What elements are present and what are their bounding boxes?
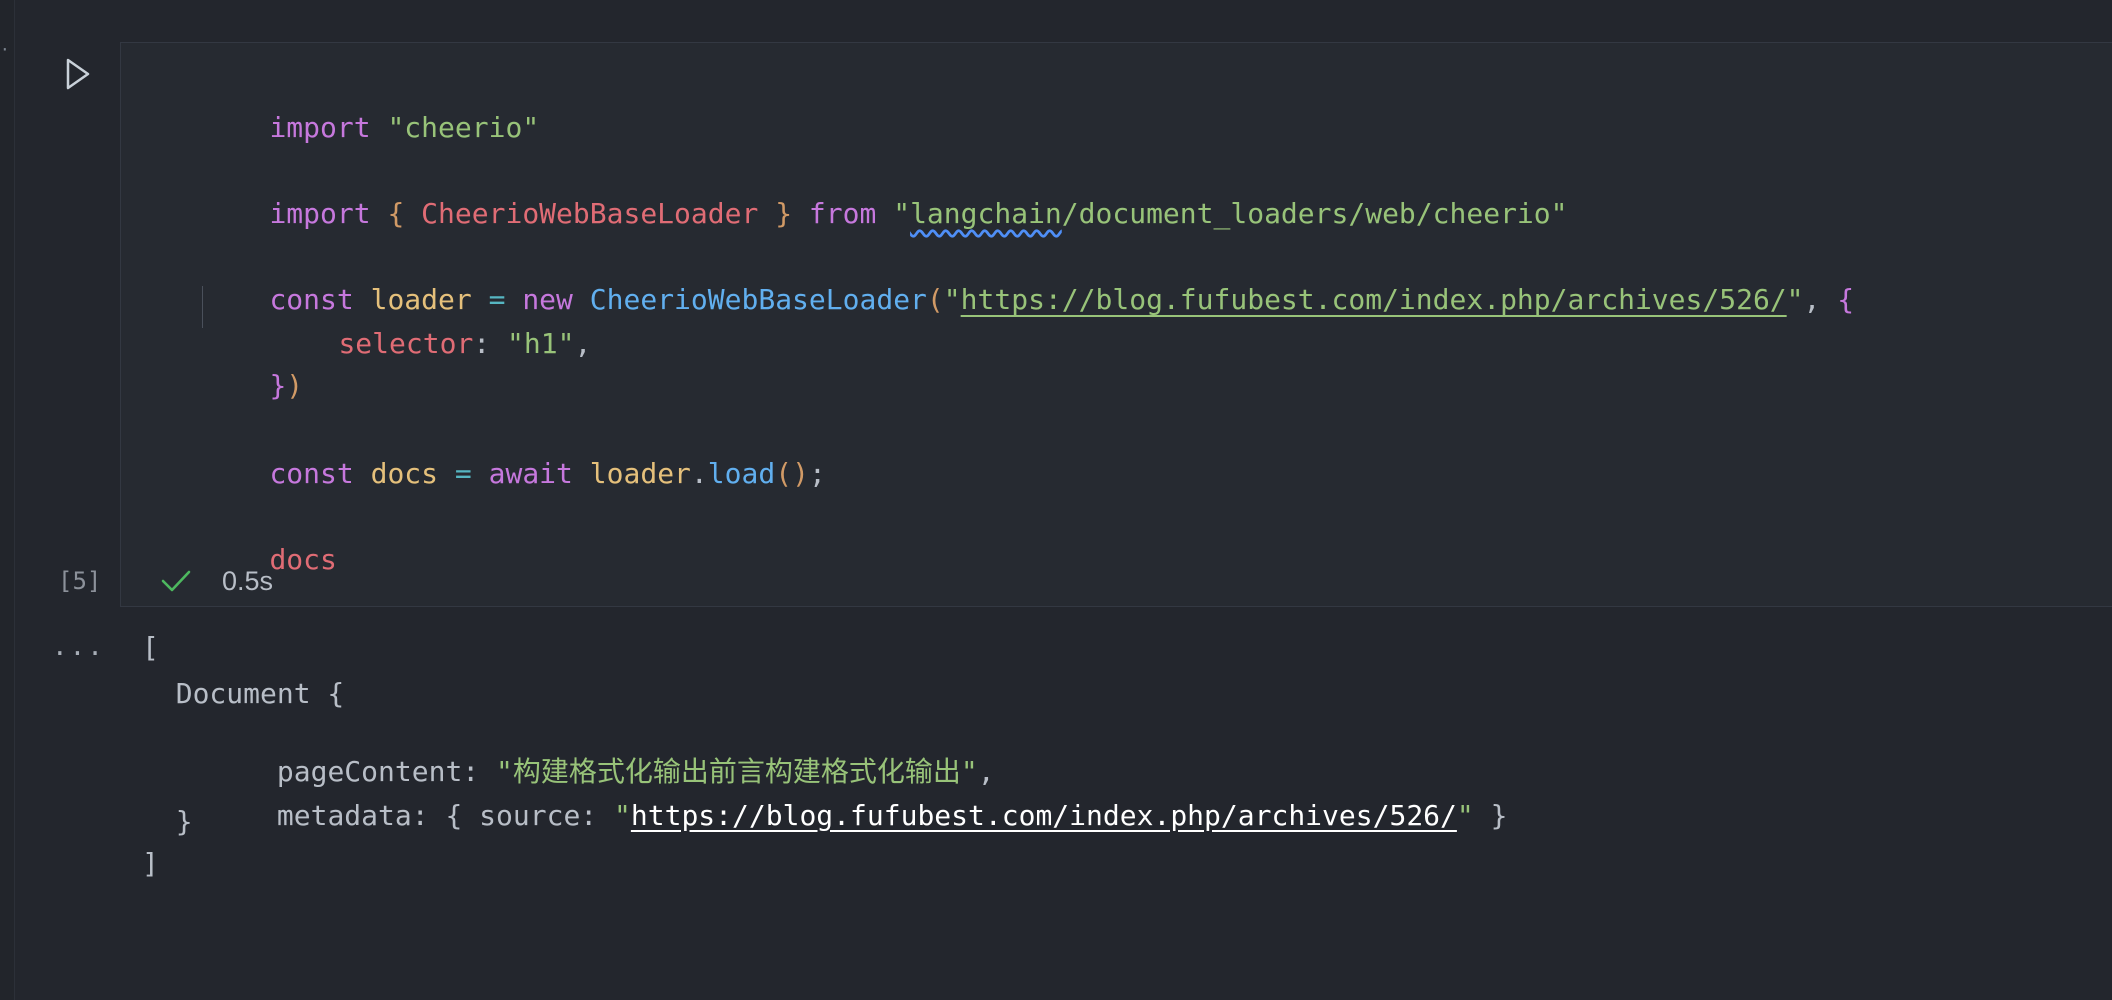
constructor-class: CheerioWebBaseLoader [589, 283, 927, 316]
check-icon [161, 570, 191, 592]
keyword-import: import [269, 111, 371, 144]
variable-docs-output: docs [269, 543, 337, 576]
path-diagnostic[interactable]: langchain [910, 197, 1062, 230]
url-quote-open: " [614, 799, 631, 832]
keyword-await: await [488, 457, 573, 490]
execution-time: 0.5s [222, 566, 274, 596]
keyword-from: from [808, 197, 877, 230]
object-brace-open: { [1837, 283, 1855, 316]
paren-close: ) [286, 369, 304, 402]
output-line-6: ] [142, 847, 159, 880]
notebook-page: · import "cheerio" import { CheerioWebBa… [0, 0, 2112, 1000]
output-url-link[interactable]: https://blog.fufubest.com/index.php/arch… [631, 799, 1457, 832]
url-quote-close: " [1786, 283, 1804, 316]
keyword-import: import [269, 197, 371, 230]
url-quote-open: " [943, 283, 961, 316]
indent-guide [202, 286, 203, 328]
comma: , [1803, 283, 1838, 316]
dot: . [690, 457, 708, 490]
output-more-button[interactable]: ... [52, 632, 105, 662]
call-parens: () [775, 457, 809, 490]
operator-equals: = [454, 457, 472, 490]
play-icon [66, 58, 90, 90]
module-string: "cheerio" [387, 111, 540, 144]
object-loader: loader [589, 457, 691, 490]
comma: , [574, 327, 592, 360]
code-line-4[interactable]: selector: "h1", [271, 290, 591, 398]
output-line-5: } [142, 805, 193, 838]
object-brace-close: } [269, 369, 287, 402]
variable-docs: docs [370, 457, 439, 490]
property-selector: selector [338, 327, 474, 360]
left-gutter [0, 0, 15, 1000]
gutter-marker: · [0, 40, 10, 59]
semicolon: ; [808, 457, 826, 490]
execution-count: [5] [58, 567, 102, 595]
path-string: /document_loaders/web/cheerio" [1061, 197, 1568, 230]
code-line-7[interactable]: docs [202, 506, 337, 614]
run-cell-button[interactable] [60, 56, 96, 92]
code-url-link[interactable]: https://blog.fufubest.com/index.php/arch… [961, 283, 1787, 316]
import-quote-open: " [893, 197, 911, 230]
metadata-key: metadata: { source: [209, 799, 615, 832]
brace-open: { [387, 197, 405, 230]
method-load: load [707, 457, 776, 490]
url-quote-close: " [1456, 799, 1474, 832]
output-line-4: metadata: { source: "https://blog.fufube… [142, 762, 1508, 870]
keyword-const: const [269, 457, 354, 490]
metadata-close: } [1473, 799, 1508, 832]
colon: : [473, 327, 508, 360]
output-line-1: [ [142, 631, 159, 664]
brace-close: } [775, 197, 793, 230]
selector-value: "h1" [507, 327, 575, 360]
imported-class: CheerioWebBaseLoader [421, 197, 759, 230]
output-line-2: Document { [142, 677, 345, 710]
paren-open: ( [926, 283, 944, 316]
